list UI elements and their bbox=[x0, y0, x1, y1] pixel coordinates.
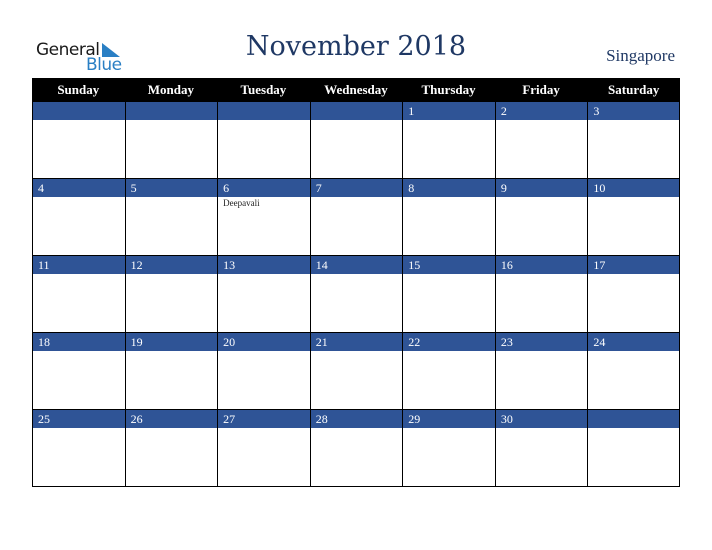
weekday-monday: Monday bbox=[147, 82, 194, 97]
holiday-event: Deepavali bbox=[223, 198, 260, 208]
day-cell[interactable]: 22 bbox=[402, 333, 495, 410]
week-row: 123 bbox=[32, 102, 680, 179]
day-number: 25 bbox=[33, 410, 125, 428]
day-cell[interactable]: 25 bbox=[32, 410, 125, 487]
day-number: 7 bbox=[310, 179, 403, 197]
day-cell[interactable] bbox=[587, 410, 680, 487]
day-cell[interactable]: 1 bbox=[402, 102, 495, 179]
day-number bbox=[310, 102, 403, 120]
day-cell[interactable]: 20 bbox=[217, 333, 310, 410]
day-number: 26 bbox=[125, 410, 218, 428]
day-number: 20 bbox=[218, 333, 310, 351]
day-number: 28 bbox=[310, 410, 403, 428]
day-number: 6 bbox=[218, 179, 310, 197]
day-cell[interactable]: 18 bbox=[32, 333, 125, 410]
day-cell[interactable]: 15 bbox=[402, 256, 495, 333]
day-cell[interactable]: 16 bbox=[494, 256, 588, 333]
day-number: 2 bbox=[495, 102, 588, 120]
weekday-tuesday: Tuesday bbox=[240, 82, 287, 97]
day-number: 8 bbox=[403, 179, 495, 197]
day-number: 24 bbox=[588, 333, 679, 351]
day-number: 21 bbox=[310, 333, 403, 351]
day-cell[interactable] bbox=[124, 102, 218, 179]
day-cell[interactable]: 17 bbox=[587, 256, 680, 333]
day-number: 18 bbox=[33, 333, 125, 351]
day-number: 29 bbox=[403, 410, 495, 428]
calendar-grid: Sunday Monday Tuesday Wednesday Thursday… bbox=[32, 78, 680, 487]
weekday-thursday: Thursday bbox=[421, 82, 476, 97]
day-cell[interactable]: 28 bbox=[309, 410, 403, 487]
day-cell[interactable]: 7 bbox=[309, 179, 403, 256]
weekday-sunday: Sunday bbox=[57, 82, 100, 97]
week-row: 25 26 27 28 29 30 bbox=[32, 410, 680, 487]
day-cell[interactable]: 6 Deepavali bbox=[217, 179, 310, 256]
day-number: 12 bbox=[125, 256, 218, 274]
day-cell[interactable]: 30 bbox=[494, 410, 588, 487]
country-label: Singapore bbox=[606, 46, 675, 65]
day-cell[interactable]: 27 bbox=[217, 410, 310, 487]
day-cell[interactable]: 9 bbox=[494, 179, 588, 256]
day-cell[interactable] bbox=[32, 102, 125, 179]
day-number: 30 bbox=[495, 410, 588, 428]
weeks-container: 1 2 3 4 5 6 Deepavali 7 8 9 10 11 12 13 14 15 16 17 18 19 20… bbox=[32, 102, 680, 487]
day-number bbox=[125, 102, 218, 120]
day-number: 19 bbox=[125, 333, 218, 351]
week-row: 11 12 13 14 15 16 17 bbox=[32, 256, 680, 333]
weekday-wednesday: Wednesday bbox=[324, 82, 388, 97]
day-number bbox=[588, 410, 679, 428]
day-cell[interactable]: 10 bbox=[587, 179, 680, 256]
day-number: 9 bbox=[495, 179, 588, 197]
day-number: 11 bbox=[33, 256, 125, 274]
day-cell[interactable]: 24 bbox=[587, 333, 680, 410]
week-row: 18 19 20 21 22 23 24 bbox=[32, 333, 680, 410]
day-number: 15 bbox=[403, 256, 495, 274]
day-number: 22 bbox=[403, 333, 495, 351]
weekday-friday: Friday bbox=[522, 82, 560, 97]
day-cell[interactable]: 2 bbox=[494, 102, 588, 179]
weekday-saturday: Saturday bbox=[608, 82, 660, 97]
day-number: 17 bbox=[588, 256, 679, 274]
day-cell[interactable]: 11 bbox=[32, 256, 125, 333]
day-number: 5 bbox=[125, 179, 218, 197]
week-row: 4 5 6 Deepavali 7 8 9 10 bbox=[32, 179, 680, 256]
weekday-header-row: Sunday Monday Tuesday Wednesday Thursday… bbox=[32, 78, 680, 102]
day-cell[interactable]: 14 bbox=[309, 256, 403, 333]
day-number bbox=[33, 102, 125, 120]
day-number: 27 bbox=[218, 410, 310, 428]
day-cell[interactable]: 8 bbox=[402, 179, 495, 256]
day-number: 1 bbox=[403, 102, 495, 120]
day-cell[interactable]: 23 bbox=[494, 333, 588, 410]
day-cell[interactable] bbox=[217, 102, 310, 179]
day-cell[interactable]: 13 bbox=[217, 256, 310, 333]
day-number: 4 bbox=[33, 179, 125, 197]
day-cell[interactable]: 5 bbox=[124, 179, 218, 256]
day-cell[interactable]: 26 bbox=[124, 410, 218, 487]
day-number: 14 bbox=[310, 256, 403, 274]
day-cell[interactable]: 21 bbox=[309, 333, 403, 410]
day-cell[interactable] bbox=[309, 102, 403, 179]
day-number: 23 bbox=[495, 333, 588, 351]
day-number: 3 bbox=[588, 102, 679, 120]
day-cell[interactable]: 12 bbox=[124, 256, 218, 333]
day-number: 13 bbox=[218, 256, 310, 274]
day-cell[interactable]: 29 bbox=[402, 410, 495, 487]
day-cell[interactable]: 4 bbox=[32, 179, 125, 256]
day-number: 10 bbox=[588, 179, 679, 197]
day-cell[interactable]: 19 bbox=[124, 333, 218, 410]
day-number: 16 bbox=[495, 256, 588, 274]
day-cell[interactable]: 3 bbox=[587, 102, 680, 179]
day-number bbox=[218, 102, 310, 120]
